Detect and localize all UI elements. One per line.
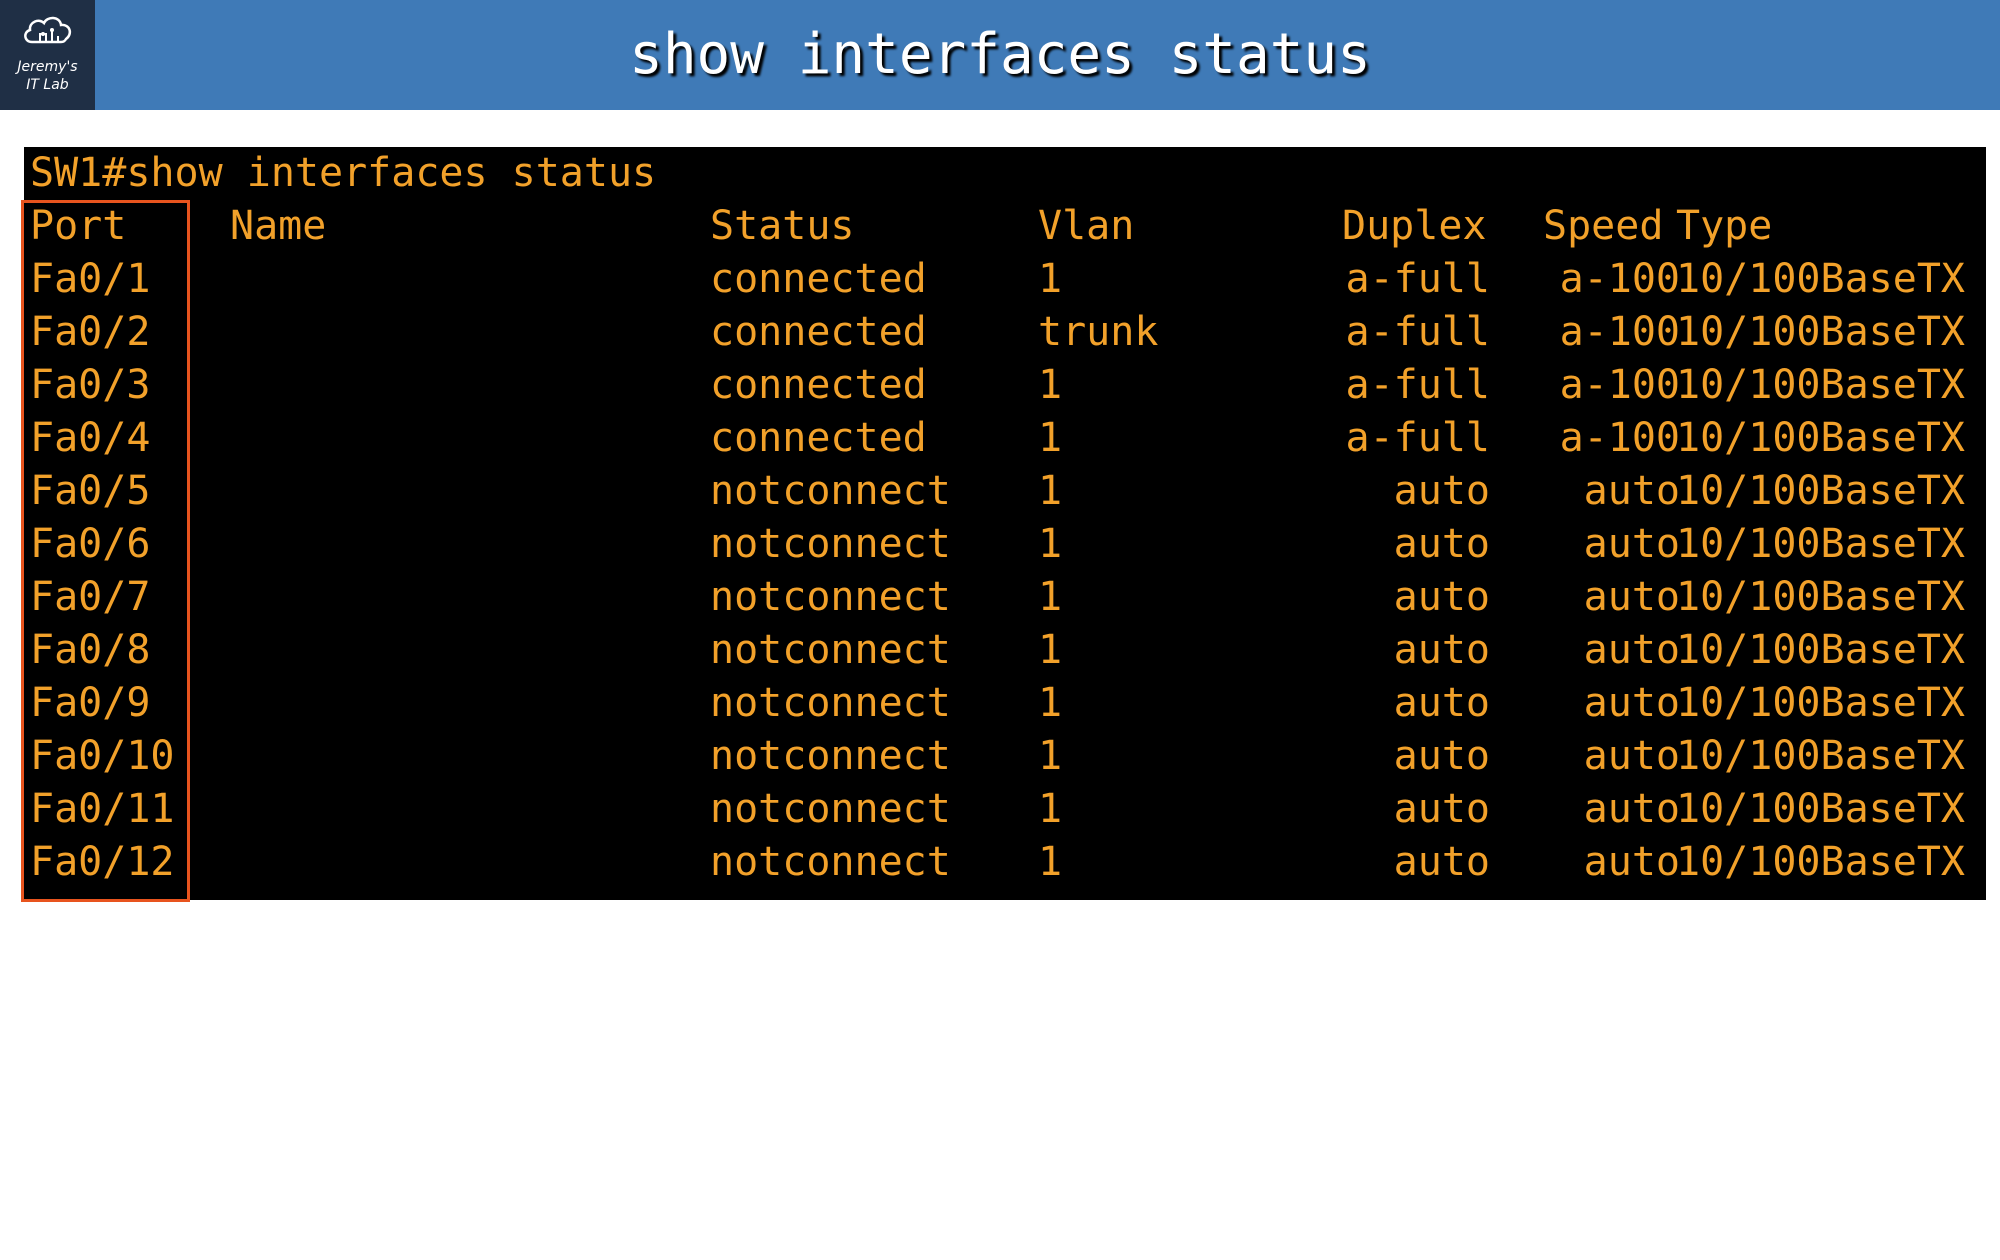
table-row: Fa0/2 connected trunk a-full a-100 10/10… [30,306,1980,359]
table-row: Fa0/4 connected 1 a-full a-100 10/100Bas… [30,412,1980,465]
speed-cell: auto [1583,786,1680,832]
vlan-cell: 1 [1038,521,1063,567]
column-header-status: Status [710,203,855,249]
type-cell: 10/100BaseTX [1676,415,1965,461]
column-header-speed: Speed [1543,203,1664,249]
status-cell: connected [710,256,927,302]
status-cell: connected [710,309,927,355]
speed-cell: a-100 [1559,362,1680,408]
command-line: SW1#show interfaces status [30,150,657,196]
table-row: Fa0/12 notconnect 1 auto auto 10/100Base… [30,836,1980,889]
status-cell: connected [710,362,927,408]
status-cell: notconnect [710,468,951,514]
vlan-cell: 1 [1038,627,1063,673]
type-cell: 10/100BaseTX [1676,733,1965,779]
status-cell: notconnect [710,733,951,779]
type-cell: 10/100BaseTX [1676,256,1965,302]
table-row: Fa0/11 notconnect 1 auto auto 10/100Base… [30,783,1980,836]
vlan-cell: 1 [1038,733,1063,779]
type-cell: 10/100BaseTX [1676,468,1965,514]
slide-header: Jeremy's IT Lab show interfaces status [0,0,2000,110]
page-title: show interfaces status [629,22,1371,87]
table-row: Fa0/9 notconnect 1 auto auto 10/100BaseT… [30,677,1980,730]
terminal-output: SW1#show interfaces status Port Name Sta… [24,147,1986,900]
type-cell: 10/100BaseTX [1676,309,1965,355]
vlan-cell: 1 [1038,786,1063,832]
speed-cell: auto [1583,521,1680,567]
speed-cell: a-100 [1559,309,1680,355]
table-row: Fa0/6 notconnect 1 auto auto 10/100BaseT… [30,518,1980,571]
speed-cell: auto [1583,574,1680,620]
vlan-cell: 1 [1038,415,1063,461]
speed-cell: auto [1583,733,1680,779]
table-row: Fa0/7 notconnect 1 auto auto 10/100BaseT… [30,571,1980,624]
vlan-cell: trunk [1038,309,1159,355]
type-cell: 10/100BaseTX [1676,839,1965,885]
column-header-duplex: Duplex [1342,203,1487,249]
speed-cell: auto [1583,680,1680,726]
status-cell: connected [710,415,927,461]
type-cell: 10/100BaseTX [1676,627,1965,673]
type-cell: 10/100BaseTX [1676,362,1965,408]
speed-cell: auto [1583,839,1680,885]
table-row: Fa0/8 notconnect 1 auto auto 10/100BaseT… [30,624,1980,677]
table-row: Fa0/5 notconnect 1 auto auto 10/100BaseT… [30,465,1980,518]
speed-cell: auto [1583,627,1680,673]
status-cell: notconnect [710,574,951,620]
column-header-type: Type [1676,203,1773,249]
vlan-cell: 1 [1038,680,1063,726]
port-column-highlight [21,200,190,902]
table-row: Fa0/10 notconnect 1 auto auto 10/100Base… [30,730,1980,783]
vlan-cell: 1 [1038,468,1063,514]
speed-cell: a-100 [1559,256,1680,302]
status-cell: notconnect [710,521,951,567]
table-row: Fa0/3 connected 1 a-full a-100 10/100Bas… [30,359,1980,412]
type-cell: 10/100BaseTX [1676,521,1965,567]
status-cell: notconnect [710,786,951,832]
speed-cell: auto [1583,468,1680,514]
table-row: Fa0/1 connected 1 a-full a-100 10/100Bas… [30,253,1980,306]
speed-cell: a-100 [1559,415,1680,461]
vlan-cell: 1 [1038,362,1063,408]
status-cell: notconnect [710,627,951,673]
column-header-row: Port Name Status Vlan Duplex Speed Type [30,200,1980,253]
type-cell: 10/100BaseTX [1676,680,1965,726]
type-cell: 10/100BaseTX [1676,574,1965,620]
column-header-name: Name [230,203,327,249]
vlan-cell: 1 [1038,256,1063,302]
column-header-vlan: Vlan [1038,203,1135,249]
status-cell: notconnect [710,839,951,885]
vlan-cell: 1 [1038,574,1063,620]
vlan-cell: 1 [1038,839,1063,885]
status-cell: notconnect [710,680,951,726]
type-cell: 10/100BaseTX [1676,786,1965,832]
